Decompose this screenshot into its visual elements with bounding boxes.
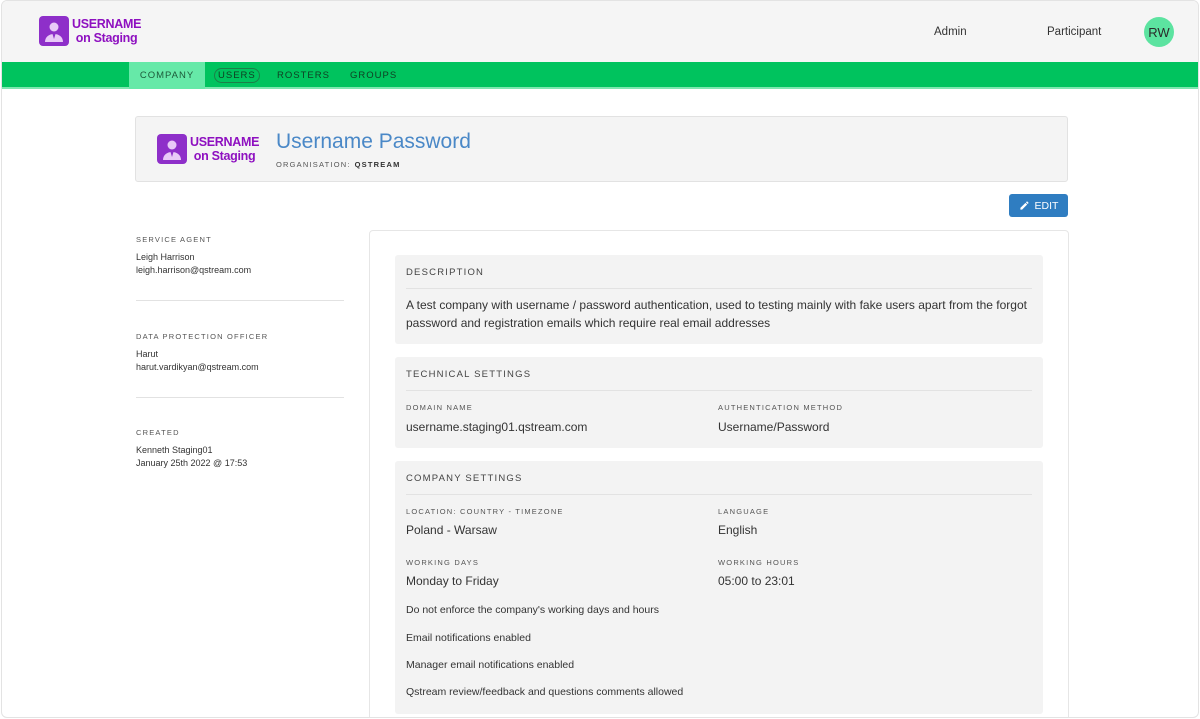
description-section: DESCRIPTION A test company with username… — [395, 255, 1043, 344]
description-text: A test company with username / password … — [406, 298, 1027, 330]
pencil-icon — [1019, 201, 1029, 210]
working-hours-label: WORKING HOURS — [718, 558, 800, 567]
setting-flag: Email notifications enabled — [406, 632, 531, 644]
company-settings-title: COMPANY SETTINGS — [406, 473, 523, 484]
domain-name-label: DOMAIN NAME — [406, 403, 473, 412]
setting-flag: Qstream review/feedback and questions co… — [406, 686, 684, 698]
app-frame: USERNAME on Staging Admin Participant RW… — [1, 0, 1199, 718]
created-by: Kenneth Staging01 — [136, 445, 213, 455]
organisation-line: ORGANISATION: QSTREAM — [276, 160, 401, 169]
tab-rosters[interactable]: ROSTERS — [277, 62, 330, 89]
setting-flag: Manager email notifications enabled — [406, 659, 575, 671]
service-agent-name: Leigh Harrison — [136, 252, 195, 262]
company-logo-text: USERNAME on Staging — [190, 135, 259, 164]
logo-line-1: USERNAME — [72, 16, 142, 31]
dpo-email: harut.vardikyan@qstream.com — [136, 362, 259, 372]
dpo-block: DATA PROTECTION OFFICER Harut harut.vard… — [136, 332, 344, 374]
company-logo-line-2: on Staging — [193, 149, 256, 163]
service-agent-block: SERVICE AGENT Leigh Harrison leigh.harri… — [136, 235, 344, 277]
sidebar-divider — [136, 397, 344, 398]
location-label: LOCATION: COUNTRY - TIMEZONE — [406, 507, 564, 516]
dpo-details: Harut harut.vardikyan@qstream.com — [136, 348, 344, 374]
tab-groups[interactable]: GROUPS — [350, 62, 397, 89]
top-bar: USERNAME on Staging Admin Participant RW — [2, 1, 1198, 62]
location-value: Poland - Warsaw — [406, 523, 497, 537]
page-title: Username Password — [276, 130, 471, 153]
setting-flag: Do not enforce the company's working day… — [406, 604, 659, 616]
company-settings-section: COMPANY SETTINGS LOCATION: COUNTRY - TIM… — [395, 461, 1043, 714]
working-days-label: WORKING DAYS — [406, 558, 480, 567]
user-avatar[interactable]: RW — [1144, 17, 1174, 47]
tab-company[interactable]: COMPANY — [129, 62, 205, 89]
service-agent-email: leigh.harrison@qstream.com — [136, 265, 252, 275]
logo-line-2: on Staging — [75, 31, 138, 45]
section-divider — [406, 288, 1032, 289]
domain-name-value: username.staging01.qstream.com — [406, 420, 588, 434]
service-agent-details: Leigh Harrison leigh.harrison@qstream.co… — [136, 251, 344, 277]
organisation-label: ORGANISATION: — [276, 160, 351, 169]
auth-method-value: Username/Password — [718, 420, 830, 434]
user-avatar-icon — [39, 16, 69, 46]
dpo-label: DATA PROTECTION OFFICER — [136, 332, 269, 341]
company-logo-line-1: USERNAME — [190, 134, 260, 149]
working-hours-value: 05:00 to 23:01 — [718, 574, 795, 588]
nav-participant-link[interactable]: Participant — [1047, 26, 1101, 38]
dpo-name: Harut — [136, 349, 159, 359]
edit-button-label: EDIT — [1034, 199, 1059, 212]
company-logo: USERNAME on Staging — [157, 134, 259, 164]
company-header-card: USERNAME on Staging Username Password OR… — [135, 116, 1068, 182]
service-agent-label: SERVICE AGENT — [136, 235, 212, 244]
tab-users[interactable]: USERS — [214, 62, 260, 89]
section-divider — [406, 390, 1032, 391]
company-user-icon — [157, 134, 187, 164]
language-value: English — [718, 523, 758, 537]
logo-text: USERNAME on Staging — [72, 17, 141, 46]
description-title: DESCRIPTION — [406, 267, 485, 278]
technical-settings-title: TECHNICAL SETTINGS — [406, 369, 532, 380]
organisation-value: QSTREAM — [354, 160, 401, 169]
created-label: CREATED — [136, 428, 180, 437]
language-label: LANGUAGE — [718, 507, 770, 516]
created-block: CREATED Kenneth Staging01 January 25th 2… — [136, 428, 344, 470]
nav-admin-link[interactable]: Admin — [934, 26, 967, 38]
created-details: Kenneth Staging01 January 25th 2022 @ 17… — [136, 444, 344, 470]
auth-method-label: AUTHENTICATION METHOD — [718, 403, 844, 412]
tab-bar: COMPANY USERS ROSTERS GROUPS — [2, 62, 1198, 89]
section-divider — [406, 494, 1032, 495]
sidebar-divider — [136, 300, 344, 301]
created-date: January 25th 2022 @ 17:53 — [136, 458, 248, 468]
technical-settings-section: TECHNICAL SETTINGS DOMAIN NAME username.… — [395, 357, 1043, 448]
edit-button[interactable]: EDIT — [1009, 194, 1068, 217]
tab-users-label: USERS — [214, 68, 260, 83]
app-logo[interactable]: USERNAME on Staging — [39, 16, 141, 46]
working-days-value: Monday to Friday — [406, 574, 499, 588]
